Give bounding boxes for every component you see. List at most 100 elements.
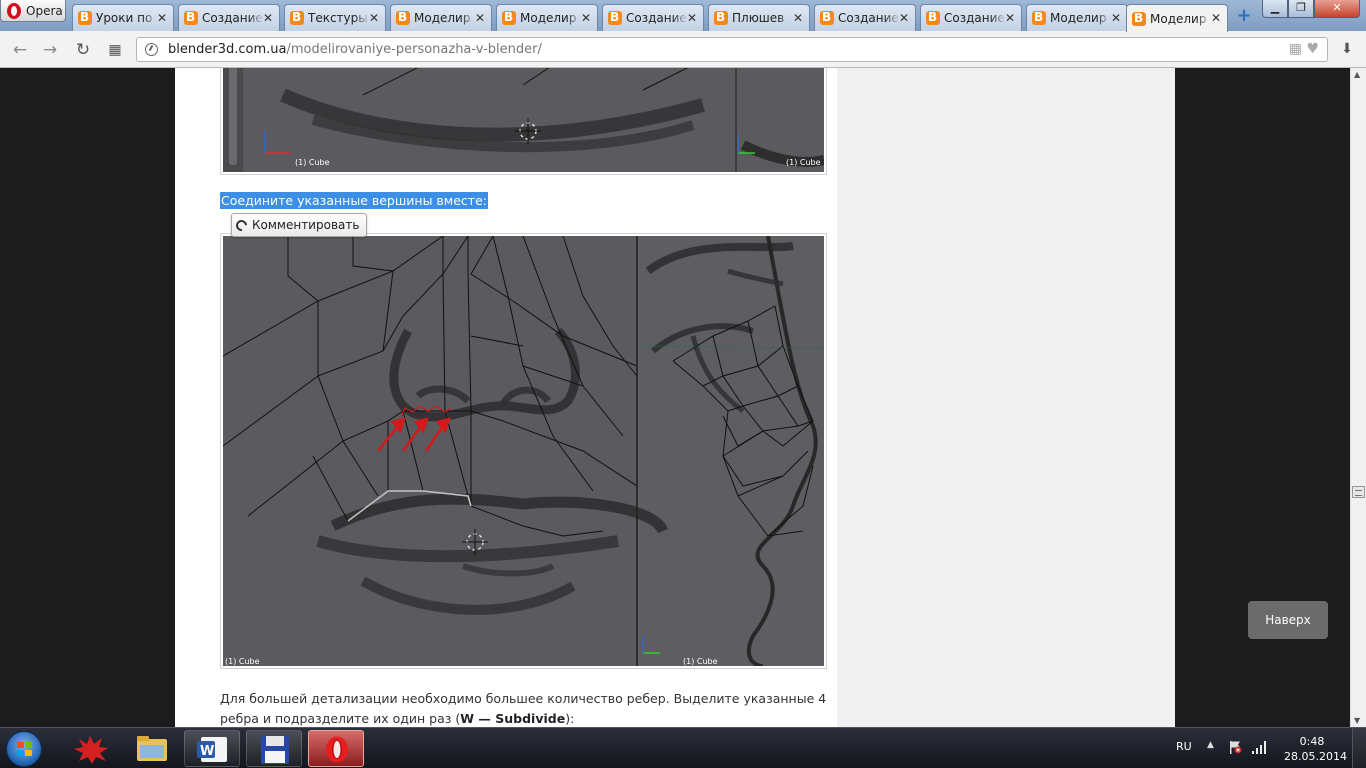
site-favicon-icon [608,10,622,25]
viewport-label-left: (1) Cube [225,657,260,666]
tab-close-icon[interactable]: ✕ [475,11,485,25]
tab-close-icon[interactable]: ✕ [899,11,909,25]
address-bar[interactable]: blender3d.com.ua/modelirovaniye-personaz… [136,37,1328,62]
window-maximize-button[interactable]: ❐ [1288,0,1314,18]
tab-close-icon[interactable]: ✕ [369,11,379,25]
viewport-label-left: (1) Cube [295,158,330,167]
tab-title: Создание [626,11,687,25]
page-viewport: (1) Cube (1) Cube Соедините указанные ве… [0,68,1350,727]
url-text: blender3d.com.ua/modelirovaniye-personaz… [168,42,542,57]
opera-icon [326,736,348,763]
red-splat-icon [74,736,108,764]
site-favicon-icon [78,10,92,25]
tab-title: Моделир [1050,11,1107,25]
svg-text:W: W [200,744,214,759]
tab-4[interactable]: Моделир ✕ [390,4,492,31]
folder-icon [137,736,167,761]
opera-logo-icon [7,2,21,19]
scrollbar-thumb[interactable] [1352,486,1365,498]
clock-date[interactable]: 28.05.2014 [1284,750,1347,763]
windows-taskbar: W RU ▲ 0:48 28.05.2014 [0,727,1366,768]
action-center-flag-icon[interactable] [1228,740,1242,754]
back-button[interactable]: ← [10,40,30,60]
taskbar-app-save[interactable] [246,730,302,767]
scroll-up-arrow-icon[interactable]: ▲ [1354,70,1360,79]
tab-7[interactable]: Плюшев ✕ [708,4,810,31]
new-tab-button[interactable]: + [1236,7,1252,25]
tab-close-icon[interactable]: ✕ [1005,11,1015,25]
tab-title: Плюшев [732,11,785,25]
comment-icon [233,217,250,233]
site-favicon-icon [1032,10,1046,25]
windows-logo-icon [17,742,33,757]
url-host: blender3d.com.ua [168,42,287,57]
tab-close-icon[interactable]: ✕ [263,11,273,25]
blender-viewport-face-mesh: (1) Cube (1) Cube [223,236,824,666]
site-favicon-icon [926,10,940,25]
taskbar-app-word[interactable]: W [184,730,240,767]
tab-title: Текстуры [308,11,368,25]
floppy-disk-icon [261,736,289,764]
tab-title: Создание [838,11,899,25]
browser-toolbar: ← → ↻ ▦ blender3d.com.ua/modelirovaniye-… [0,31,1366,68]
start-button[interactable] [6,731,42,767]
forward-button[interactable]: → [40,40,60,60]
url-path: /modelirovaniye-personazha-v-blender/ [286,42,542,57]
window-minimize-button[interactable]: ▁ [1262,0,1288,18]
taskbar-app-splat[interactable] [62,730,118,767]
viewport-label-right: (1) Cube [786,158,821,167]
paragraph-shortcut: W — Subdivide [460,711,566,726]
site-info-icon[interactable] [145,43,158,56]
download-menu-icon[interactable]: ⬇ [1338,41,1356,59]
site-favicon-icon [502,10,516,25]
tab-11-active[interactable]: Моделир ✕ [1126,4,1228,32]
show-desktop-button[interactable] [1352,728,1366,768]
opera-menu-label: Opera [26,3,63,18]
tab-8[interactable]: Создание ✕ [814,4,916,31]
tab-close-icon[interactable]: ✕ [157,11,167,25]
tab-close-icon[interactable]: ✕ [581,11,591,25]
tutorial-image-previous: (1) Cube (1) Cube [220,68,827,175]
tab-1[interactable]: Уроки по ✕ [72,4,174,31]
tab-close-icon[interactable]: ✕ [793,11,803,25]
tab-5[interactable]: Моделир ✕ [496,4,598,31]
tab-title: Моделир [520,11,577,25]
reload-button[interactable]: ↻ [73,40,93,60]
tab-3[interactable]: Текстуры ✕ [284,4,386,31]
window-close-button[interactable]: ✕ [1314,0,1360,18]
input-language-indicator[interactable]: RU [1176,740,1192,753]
speed-dial-button[interactable]: ▦ [105,40,125,60]
site-favicon-icon [1132,11,1146,26]
opera-menu-button[interactable]: Opera [0,0,66,22]
tab-title: Создание [944,11,1005,25]
back-to-top-button[interactable]: Наверх [1248,601,1328,639]
site-favicon-icon [714,10,728,25]
word-icon: W [197,737,227,762]
blender-viewport-previous: (1) Cube (1) Cube [223,68,824,172]
tab-9[interactable]: Создание ✕ [920,4,1022,31]
tab-title: Моделир [1150,11,1207,26]
clock-time[interactable]: 0:48 [1284,735,1340,748]
right-sidebar [837,68,1175,727]
browser-tab-strip: Opera Уроки по ✕ Создание ✕ Текстуры ✕ М… [0,0,1366,32]
comment-button-label: Комментировать [252,218,360,232]
network-signal-icon[interactable] [1252,740,1268,754]
tab-2[interactable]: Создание ✕ [178,4,280,31]
scroll-down-arrow-icon[interactable]: ▼ [1354,716,1360,725]
paragraph-end: ): [565,711,575,726]
page-body: (1) Cube (1) Cube Соедините указанные ве… [175,68,1175,727]
tab-close-icon[interactable]: ✕ [1211,11,1221,25]
show-hidden-icons-arrow-icon[interactable]: ▲ [1207,740,1214,750]
comment-button[interactable]: Комментировать [231,213,368,237]
bookmark-heart-icon[interactable]: ▦ ♥ [1289,41,1319,57]
tab-6[interactable]: Создание ✕ [602,4,704,31]
viewport-label-right: (1) Cube [683,657,718,666]
tab-10[interactable]: Моделир ✕ [1026,4,1128,31]
page-scrollbar[interactable]: ▲ ▼ [1350,68,1366,727]
selected-instruction-text: Соедините указанные вершины вместе: [220,192,488,209]
tab-title: Уроки по [96,11,153,25]
taskbar-app-opera[interactable] [308,730,364,767]
taskbar-app-explorer[interactable] [124,730,180,767]
tab-close-icon[interactable]: ✕ [1111,11,1121,25]
tab-close-icon[interactable]: ✕ [687,11,697,25]
